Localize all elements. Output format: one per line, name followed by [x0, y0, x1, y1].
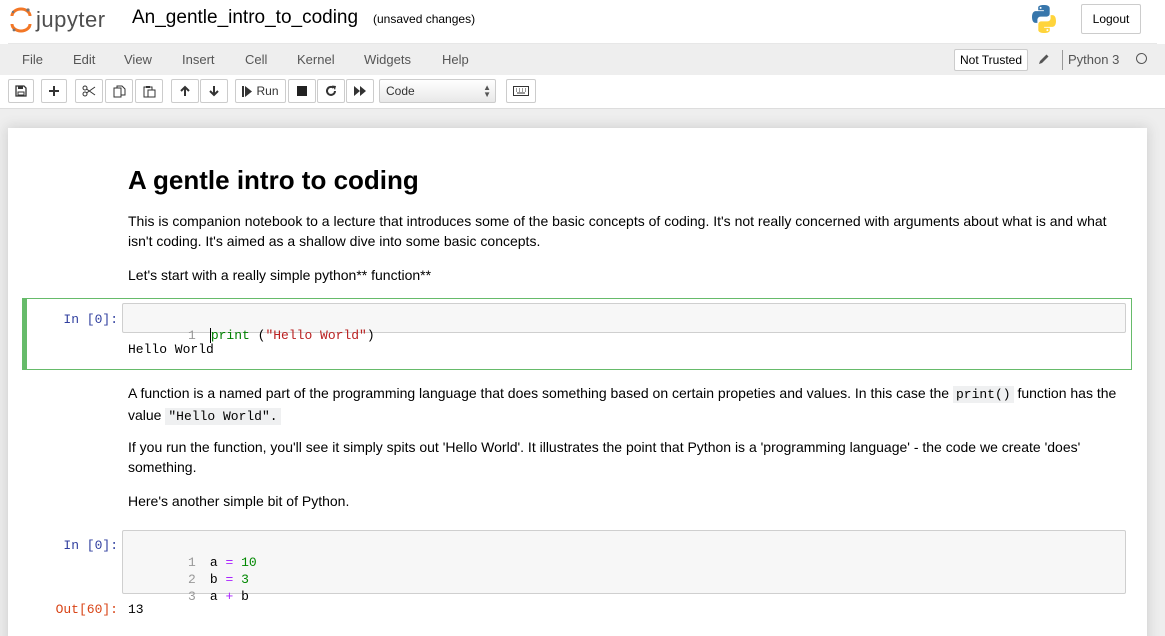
- cell-type-value: Code: [386, 84, 415, 98]
- command-palette-button[interactable]: [506, 79, 536, 103]
- save-button[interactable]: [8, 79, 34, 103]
- cell-output: 13: [128, 602, 144, 617]
- menu-view[interactable]: View: [124, 52, 152, 67]
- fast-forward-icon: [353, 86, 366, 96]
- restart-run-all-button[interactable]: [346, 79, 374, 103]
- toolbar: Run Code ▲ ▼: [0, 75, 1165, 109]
- code-string: "Hello World": [265, 328, 367, 343]
- jupyter-logo-icon: [10, 7, 32, 33]
- logout-button[interactable]: Logout: [1081, 4, 1141, 34]
- code-editor[interactable]: 1a = 10 2b = 3 3a + b: [122, 530, 1126, 604]
- menubar: File Edit View Insert Cell Kernel Widget…: [8, 43, 1157, 75]
- menu-kernel[interactable]: Kernel: [297, 52, 335, 67]
- another-paragraph: Here's another simple bit of Python.: [128, 493, 350, 509]
- copy-icon: [113, 85, 125, 97]
- menu-help[interactable]: Help: [442, 52, 469, 67]
- save-status: (unsaved changes): [373, 12, 476, 26]
- menu-edit[interactable]: Edit: [73, 52, 95, 67]
- run-label: Run: [256, 84, 279, 98]
- notebook-name[interactable]: An_gentle_intro_to_coding: [132, 7, 358, 29]
- code-punct: (: [249, 328, 266, 343]
- plus-icon: [49, 86, 59, 96]
- lets-start-paragraph: Let's start with a really simple python*…: [128, 267, 432, 283]
- kernel-name[interactable]: Python 3: [1068, 52, 1119, 67]
- inline-code-print: print(): [952, 386, 1014, 403]
- copy-button[interactable]: [105, 79, 133, 103]
- interrupt-button[interactable]: [288, 79, 316, 103]
- notebook-title: A gentle intro to coding: [128, 165, 419, 195]
- restart-icon: [326, 85, 336, 96]
- pencil-icon[interactable]: [1038, 53, 1050, 65]
- paste-button[interactable]: [135, 79, 163, 103]
- cut-icon: [82, 85, 96, 97]
- cell-type-select[interactable]: Code ▲ ▼: [379, 79, 496, 103]
- kernel-idle-icon: [1136, 53, 1147, 64]
- move-down-button[interactable]: [200, 79, 228, 103]
- inline-code-value: "Hello World".: [165, 408, 281, 425]
- function-paragraph: A function is a named part of the progra…: [128, 383, 1118, 427]
- markdown-cell-title[interactable]: A gentle intro to coding: [128, 165, 1118, 195]
- restart-button[interactable]: [317, 79, 345, 103]
- jupyter-logo[interactable]: jupyter: [10, 5, 106, 35]
- input-prompt: In [0]:: [63, 538, 118, 553]
- move-up-button[interactable]: [171, 79, 199, 103]
- intro-paragraph: This is companion notebook to a lecture …: [128, 213, 1107, 249]
- menu-widgets[interactable]: Widgets: [364, 52, 411, 67]
- menu-file[interactable]: File: [22, 52, 43, 67]
- code-operator: +: [225, 589, 234, 604]
- code-var: a: [209, 589, 218, 604]
- code-var: b: [241, 589, 249, 604]
- python-logo-icon: [1032, 5, 1056, 33]
- cut-button[interactable]: [75, 79, 103, 103]
- menu-cell[interactable]: Cell: [245, 52, 267, 67]
- header: jupyter An_gentle_intro_to_coding (unsav…: [0, 0, 1165, 44]
- output-prompt: Out[60]:: [55, 602, 118, 617]
- insert-cell-button[interactable]: [41, 79, 67, 103]
- code-keyword: print: [210, 328, 250, 343]
- select-arrows-icon: ▲ ▼: [483, 83, 491, 99]
- logo-text: jupyter: [36, 7, 106, 32]
- menu-insert[interactable]: Insert: [182, 52, 215, 67]
- code-editor[interactable]: 1 print ("Hello World"): [122, 303, 1126, 343]
- code-punct-end: ): [366, 328, 375, 343]
- run-button[interactable]: Run: [235, 79, 286, 103]
- notebook-page: A gentle intro to coding This is compani…: [8, 128, 1147, 636]
- cell-output: Hello World: [128, 342, 214, 357]
- stop-icon: [297, 86, 307, 96]
- not-trusted-button[interactable]: Not Trusted: [954, 49, 1029, 71]
- kernel-separator: [1062, 50, 1063, 70]
- arrow-up-icon: [180, 85, 190, 96]
- step-forward-icon: [242, 85, 253, 97]
- keyboard-icon: [513, 86, 529, 96]
- function-text-a: A function is a named part of the progra…: [128, 385, 950, 401]
- save-icon: [15, 85, 27, 97]
- paste-icon: [143, 85, 155, 97]
- input-prompt: In [0]:: [63, 312, 118, 327]
- arrow-down-icon: [209, 86, 219, 97]
- line-number: 3: [188, 589, 196, 604]
- run-paragraph: If you run the function, you'll see it s…: [128, 439, 1081, 475]
